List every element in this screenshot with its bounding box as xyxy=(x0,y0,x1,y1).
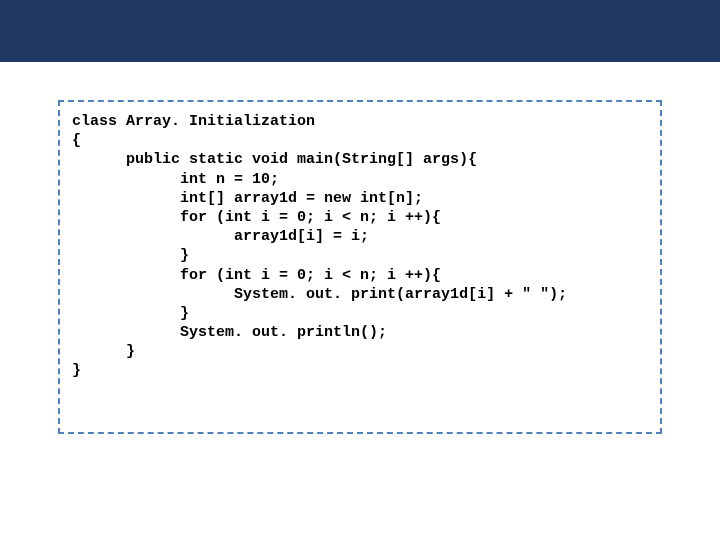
code-snippet-box: class Array. Initialization { public sta… xyxy=(58,100,662,434)
code-line: for (int i = 0; i < n; i ++){ xyxy=(72,266,648,285)
code-line: { xyxy=(72,131,648,150)
code-line: int n = 10; xyxy=(72,170,648,189)
code-line: public static void main(String[] args){ xyxy=(72,150,648,169)
code-line: array1d[i] = i; xyxy=(72,227,648,246)
code-line: for (int i = 0; i < n; i ++){ xyxy=(72,208,648,227)
code-line: } xyxy=(72,304,648,323)
code-line: } xyxy=(72,342,648,361)
code-line: int[] array1d = new int[n]; xyxy=(72,189,648,208)
slide-header-bar xyxy=(0,0,720,62)
code-line: class Array. Initialization xyxy=(72,112,648,131)
code-line: } xyxy=(72,246,648,265)
code-line: System. out. print(array1d[i] + " "); xyxy=(72,285,648,304)
code-line: } xyxy=(72,361,648,380)
code-line: System. out. println(); xyxy=(72,323,648,342)
